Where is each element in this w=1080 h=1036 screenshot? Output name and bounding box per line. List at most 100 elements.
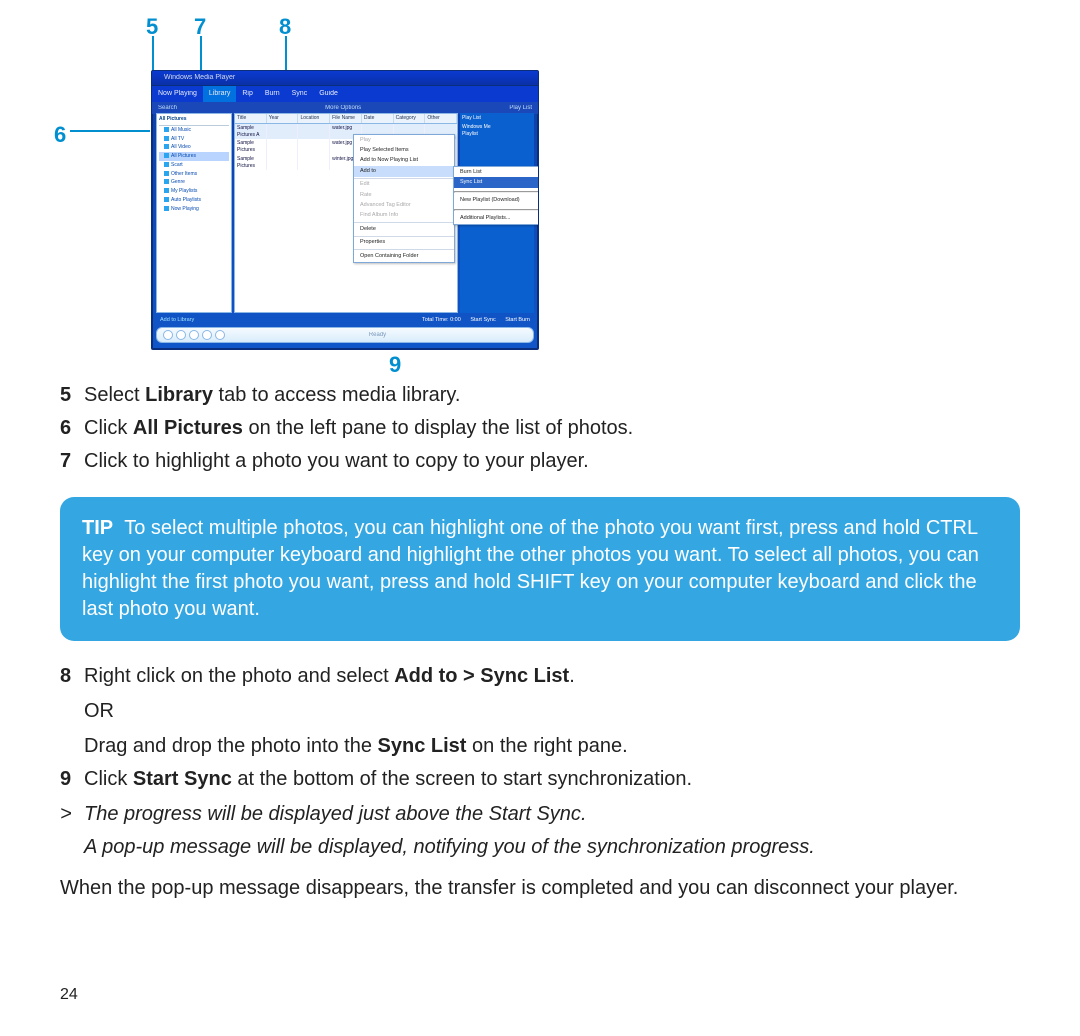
cell: Sample Pictures bbox=[235, 139, 267, 155]
folder-icon bbox=[164, 162, 169, 167]
or-separator: OR bbox=[84, 698, 628, 725]
sidebar-item-genre[interactable]: Genre bbox=[159, 178, 229, 187]
menu-play[interactable]: Play bbox=[354, 135, 454, 145]
cell bbox=[267, 124, 299, 140]
sidebar-item-label: My Playlists bbox=[171, 188, 197, 194]
menu-open-folder[interactable]: Open Containing Folder bbox=[354, 251, 454, 261]
window-titlebar: Windows Media Player bbox=[152, 71, 538, 86]
closing-paragraph: When the pop-up message disappears, the … bbox=[60, 875, 1020, 902]
cell: Sample Pictures A bbox=[235, 124, 267, 140]
submenu-new-playlist[interactable]: New Playlist (Download) bbox=[454, 195, 539, 205]
col-filename[interactable]: File Name bbox=[330, 114, 362, 123]
folder-icon bbox=[164, 136, 169, 141]
sidebar-item-all-pictures[interactable]: All Pictures bbox=[159, 152, 229, 161]
start-sync-button[interactable]: Start Sync bbox=[470, 317, 495, 323]
menu-properties[interactable]: Properties bbox=[354, 238, 454, 248]
menu-add-now-playing[interactable]: Add to Now Playing List bbox=[354, 156, 454, 166]
col-title[interactable]: Title bbox=[235, 114, 267, 123]
right-pane-header: Play List bbox=[462, 115, 532, 124]
result-line-2: A pop-up message will be displayed, noti… bbox=[84, 834, 1020, 861]
col-year[interactable]: Year bbox=[267, 114, 299, 123]
folder-icon bbox=[164, 144, 169, 149]
next-icon[interactable] bbox=[202, 330, 212, 340]
sidebar-item-auto-playlists[interactable]: Auto Playlists bbox=[159, 196, 229, 205]
manual-page: 5 7 8 6 9 Windows Media Player Now Playi… bbox=[0, 0, 1080, 1036]
cell: Sample Pictures bbox=[235, 155, 267, 171]
bold-text: All Pictures bbox=[133, 417, 243, 439]
col-category[interactable]: Category bbox=[394, 114, 426, 123]
play-icon[interactable] bbox=[176, 330, 186, 340]
tab-now-playing[interactable]: Now Playing bbox=[152, 86, 203, 102]
tab-sync[interactable]: Sync bbox=[286, 86, 314, 102]
menu-rate[interactable]: Rate bbox=[354, 190, 454, 200]
toolbar-playlist[interactable]: Play List bbox=[509, 104, 532, 112]
text: Select bbox=[84, 384, 145, 406]
step-text: Select Library tab to access media libra… bbox=[84, 382, 460, 409]
tab-rip[interactable]: Rip bbox=[236, 86, 259, 102]
steps-list-2: 8 Right click on the photo and select Ad… bbox=[60, 663, 1020, 861]
menu-play-selected[interactable]: Play Selected Items bbox=[354, 145, 454, 155]
text: at the bottom of the screen to start syn… bbox=[232, 768, 692, 790]
callout-6: 6 bbox=[54, 120, 66, 150]
step-text: Click All Pictures on the left pane to d… bbox=[84, 415, 633, 442]
page-number: 24 bbox=[60, 984, 78, 1006]
menu-delete[interactable]: Delete bbox=[354, 224, 454, 234]
result-line-1: > The progress will be displayed just ab… bbox=[60, 801, 1020, 828]
folder-icon bbox=[164, 179, 169, 184]
tip-box: TIP To select multiple photos, you can h… bbox=[60, 497, 1020, 641]
bold-text: Add to > Sync List bbox=[394, 665, 569, 687]
start-burn-button[interactable]: Start Burn bbox=[505, 317, 530, 323]
step-text: Right click on the photo and select Add … bbox=[84, 663, 628, 760]
folder-icon bbox=[164, 153, 169, 158]
sidebar-item-all-music[interactable]: All Music bbox=[159, 126, 229, 135]
sidebar-item-all-tv[interactable]: All TV bbox=[159, 135, 229, 144]
col-other[interactable]: Other bbox=[425, 114, 457, 123]
cell bbox=[298, 155, 330, 171]
stop-icon[interactable] bbox=[189, 330, 199, 340]
sidebar-item-label: All Video bbox=[171, 144, 191, 150]
leftpane-header: All Pictures bbox=[159, 116, 229, 126]
tab-burn[interactable]: Burn bbox=[259, 86, 286, 102]
submenu-additional[interactable]: Additional Playlists... bbox=[454, 213, 539, 223]
sidebar-item-label: All Music bbox=[171, 127, 191, 133]
text: . bbox=[581, 803, 587, 825]
text: Drag and drop the photo into the bbox=[84, 735, 378, 757]
step-5: 5 Select Library tab to access media lib… bbox=[60, 382, 1020, 409]
sidebar-item-scart[interactable]: Scart bbox=[159, 161, 229, 170]
folder-icon bbox=[164, 197, 169, 202]
prev-icon[interactable] bbox=[163, 330, 173, 340]
result-text: The progress will be displayed just abov… bbox=[84, 801, 587, 828]
col-date[interactable]: Date bbox=[362, 114, 394, 123]
menu-add-to[interactable]: Add to bbox=[354, 166, 454, 176]
sidebar-item-all-video[interactable]: All Video bbox=[159, 143, 229, 152]
mute-icon[interactable] bbox=[215, 330, 225, 340]
submenu-burn-list[interactable]: Burn List bbox=[454, 167, 539, 177]
menu-edit[interactable]: Edit bbox=[354, 180, 454, 190]
callout-9: 9 bbox=[389, 350, 401, 380]
step-number: 7 bbox=[60, 448, 84, 475]
playback-status: Ready bbox=[369, 331, 386, 339]
menu-find-info[interactable]: Find Album Info bbox=[354, 211, 454, 221]
sidebar-item-other[interactable]: Other Items bbox=[159, 170, 229, 179]
step-number: 9 bbox=[60, 766, 84, 793]
figure-area: 5 7 8 6 9 Windows Media Player Now Playi… bbox=[60, 0, 1020, 370]
step-number: 6 bbox=[60, 415, 84, 442]
step-text: Click Start Sync at the bottom of the sc… bbox=[84, 766, 692, 793]
toolbar-search[interactable]: Search bbox=[158, 104, 177, 112]
context-menu: Play Play Selected Items Add to Now Play… bbox=[353, 134, 455, 263]
sidebar-item-now-playing[interactable]: Now Playing bbox=[159, 205, 229, 214]
submenu-sync-list[interactable]: Sync List bbox=[454, 177, 539, 187]
sidebar-item-my-playlists[interactable]: My Playlists bbox=[159, 187, 229, 196]
tip-text: To select multiple photos, you can highl… bbox=[82, 517, 979, 620]
tab-library[interactable]: Library bbox=[203, 86, 236, 102]
tab-guide[interactable]: Guide bbox=[313, 86, 344, 102]
sidebar-item-label: All Pictures bbox=[171, 153, 196, 159]
col-location[interactable]: Location bbox=[298, 114, 330, 123]
sidebar-item-label: Other Items bbox=[171, 171, 197, 177]
text: Click bbox=[84, 417, 133, 439]
add-to-library-link[interactable]: Add to Library bbox=[160, 317, 194, 324]
text: The progress will be displayed just abov… bbox=[84, 803, 489, 825]
menu-adv-tag[interactable]: Advanced Tag Editor bbox=[354, 201, 454, 211]
toolbar-more[interactable]: More Options bbox=[325, 104, 361, 112]
steps-list: 5 Select Library tab to access media lib… bbox=[60, 382, 1020, 475]
